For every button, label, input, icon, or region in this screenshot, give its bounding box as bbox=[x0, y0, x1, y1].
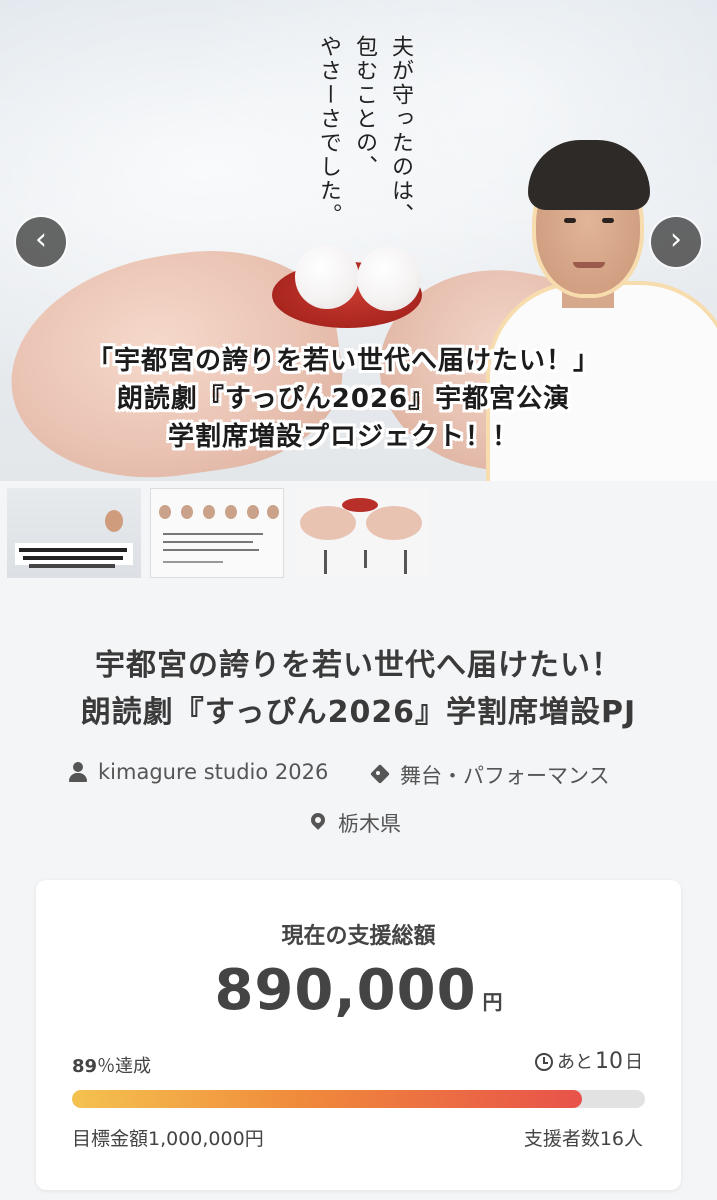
performer-mouth bbox=[573, 262, 605, 268]
remaining-days: あと 10 日 bbox=[535, 1048, 643, 1074]
performer-eye bbox=[564, 218, 576, 223]
remaining-unit: 日 bbox=[625, 1052, 643, 1073]
progress-fill bbox=[72, 1090, 582, 1108]
thumb-text-line bbox=[29, 564, 115, 568]
thumb-text-line bbox=[163, 541, 253, 543]
chevron-left-icon: ‹ bbox=[35, 222, 47, 257]
chevron-right-icon: › bbox=[670, 222, 682, 257]
thumbnail-3[interactable] bbox=[294, 488, 428, 578]
creator-name: kimagure studio 2026 bbox=[98, 760, 329, 784]
thumb-red-plate bbox=[342, 498, 378, 512]
person-icon bbox=[68, 761, 88, 783]
location-link[interactable]: 栃木県 bbox=[308, 808, 401, 838]
thumb-text-column bbox=[324, 550, 327, 574]
thumbnail-strip bbox=[0, 485, 717, 585]
hero-vertical-text: 包むことの、 bbox=[352, 35, 377, 179]
location-name: 栃木県 bbox=[338, 812, 401, 836]
thumb-text-line bbox=[163, 549, 259, 551]
project-title-line2: 朗読劇『すっぴん2026』学割席増設PJ bbox=[80, 695, 637, 730]
thumb-performer bbox=[105, 510, 123, 532]
hero-mochi bbox=[357, 247, 421, 311]
thumb-text-column bbox=[404, 550, 407, 574]
category-link[interactable]: 舞台・パフォーマンス bbox=[370, 760, 610, 790]
performer-hair bbox=[528, 140, 650, 210]
hero-vertical-text: 夫が守ったのは、 bbox=[388, 35, 413, 227]
thumb-text-line bbox=[19, 548, 127, 552]
thumb-cast-photo bbox=[181, 505, 193, 519]
performer-eye bbox=[602, 218, 614, 223]
funding-amount: 890,000 bbox=[214, 958, 477, 1023]
thumb-text-column bbox=[364, 550, 367, 568]
thumbnail-1[interactable] bbox=[7, 488, 141, 578]
funding-amount-unit: 円 bbox=[482, 990, 503, 1014]
hero-headline-line: 「宇都宮の誇りを若い世代へ届けたい！」 bbox=[86, 346, 600, 376]
remaining-number: 10 bbox=[595, 1049, 623, 1074]
remaining-prefix: あと bbox=[557, 1052, 593, 1073]
thumb-hand bbox=[300, 506, 356, 540]
carousel-prev-button[interactable]: ‹ bbox=[16, 217, 66, 267]
achievement-suffix: ％達成 bbox=[97, 1056, 152, 1077]
hero-headline-line: 学割席増設プロジェクト！！ bbox=[167, 422, 519, 452]
progress-bar bbox=[72, 1090, 645, 1108]
hero-carousel[interactable]: 夫が守ったのは、 包むことの、 やさーさでした。 「宇都宮の誇りを若い世代へ届け… bbox=[0, 0, 717, 481]
funding-label: 現在の支援総額 bbox=[281, 924, 436, 949]
thumb-text-line bbox=[163, 561, 223, 563]
hero-mochi bbox=[295, 245, 359, 309]
tag-icon bbox=[370, 764, 390, 786]
thumb-cast-photo bbox=[267, 505, 279, 519]
thumb-cast-photo bbox=[203, 505, 215, 519]
thumb-text-line bbox=[23, 556, 123, 560]
achievement-percent: 89 bbox=[72, 1056, 98, 1077]
thumb-cast-photo bbox=[225, 505, 237, 519]
project-title-line1: 宇都宮の誇りを若い世代へ届けたい！ bbox=[95, 648, 622, 683]
hero-vertical-text: やさーさでした。 bbox=[316, 35, 341, 227]
carousel-next-button[interactable]: › bbox=[651, 217, 701, 267]
thumb-cast-photo bbox=[159, 505, 171, 519]
category-name: 舞台・パフォーマンス bbox=[400, 764, 610, 788]
achievement-rate: 89％達成 bbox=[72, 1052, 151, 1078]
thumb-cast-photo bbox=[247, 505, 259, 519]
thumbnail-2[interactable] bbox=[150, 488, 284, 578]
clock-icon bbox=[535, 1053, 553, 1071]
goal-amount: 目標金額1,000,000円 bbox=[72, 1128, 264, 1150]
backer-count: 支援者数16人 bbox=[523, 1128, 643, 1150]
thumb-headline-box bbox=[15, 543, 133, 565]
hero-headline-line: 朗読劇『すっぴん2026』宇都宮公演 bbox=[116, 384, 571, 414]
creator-link[interactable]: kimagure studio 2026 bbox=[68, 760, 328, 784]
thumb-hand bbox=[366, 506, 422, 540]
location-pin-icon bbox=[308, 812, 328, 834]
funding-amount-row: 890,000 円 bbox=[36, 958, 681, 1023]
thumb-text-line bbox=[163, 533, 263, 535]
funding-card: 現在の支援総額 890,000 円 89％達成 あと 10 日 目標金額1,000… bbox=[36, 880, 681, 1190]
